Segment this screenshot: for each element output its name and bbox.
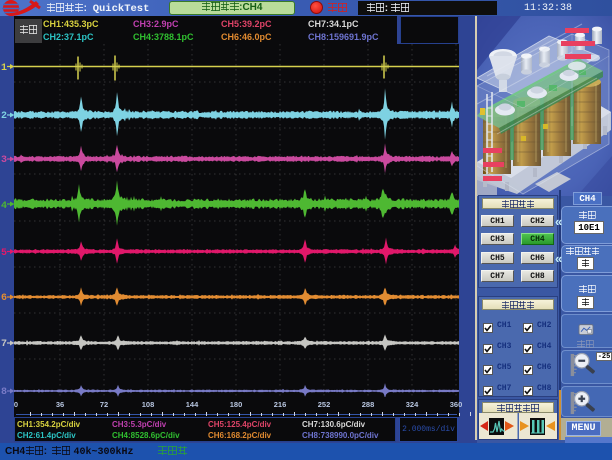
svg-text:1: 1 bbox=[1, 63, 7, 74]
svg-text:2: 2 bbox=[1, 111, 7, 122]
svg-text:4: 4 bbox=[1, 201, 7, 212]
svg-text:8: 8 bbox=[1, 387, 7, 397]
svg-text:6: 6 bbox=[1, 293, 7, 304]
svg-text:7: 7 bbox=[1, 339, 7, 350]
svg-text:3: 3 bbox=[1, 155, 7, 166]
svg-text:5: 5 bbox=[1, 248, 7, 259]
